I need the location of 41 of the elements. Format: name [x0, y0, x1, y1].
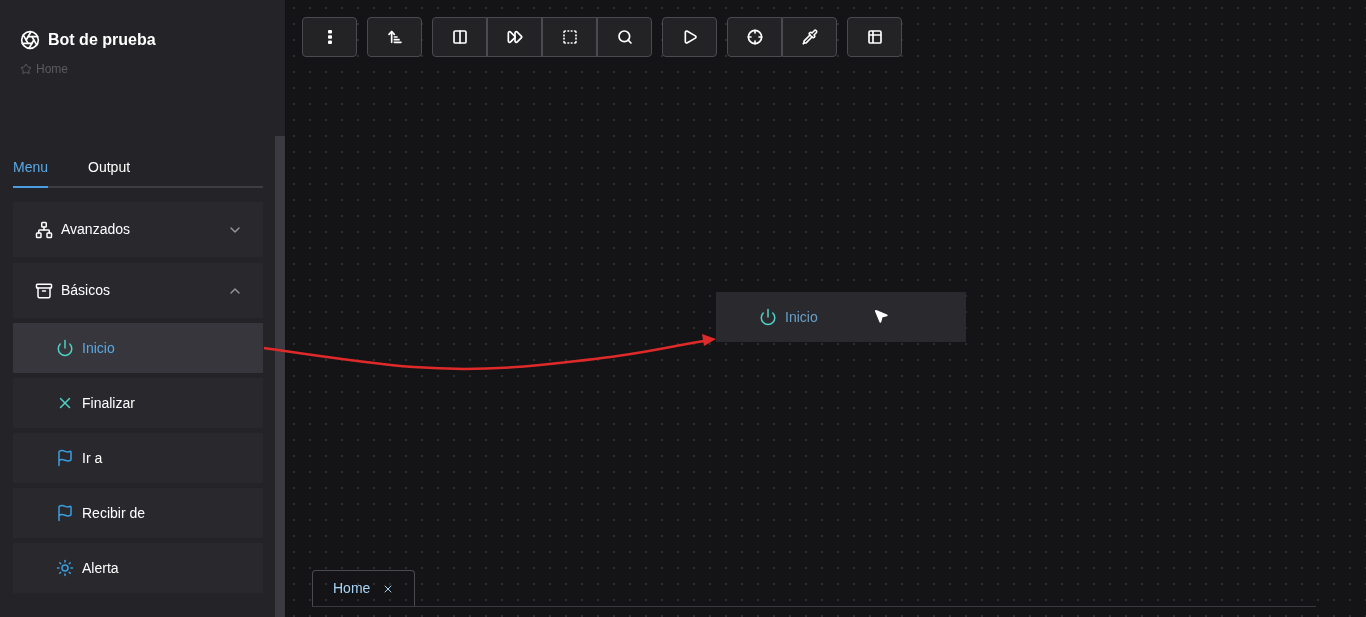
- document-tab[interactable]: Home: [312, 570, 416, 606]
- power-icon: [56, 339, 74, 357]
- fast-forward-button[interactable]: [487, 17, 542, 57]
- columns-button[interactable]: [432, 17, 487, 57]
- eyedropper-button[interactable]: [782, 17, 837, 57]
- sidebar-tab[interactable]: Output: [88, 157, 131, 188]
- app-title: Bot de prueba: [48, 30, 156, 50]
- breadcrumb: Home: [36, 61, 68, 78]
- play-button[interactable]: [662, 17, 717, 57]
- columns-icon: [451, 29, 468, 45]
- menu-item[interactable]: Alerta: [13, 543, 263, 593]
- fast-forward-icon: [506, 29, 523, 45]
- flag-icon: [56, 449, 74, 467]
- table-icon: [866, 29, 883, 45]
- eyedropper-icon: [801, 29, 818, 45]
- more-icon: [327, 30, 332, 44]
- search-icon: [616, 29, 633, 45]
- flag-icon: [56, 504, 74, 522]
- menu-group[interactable]: Básicos: [13, 263, 263, 318]
- star-icon: [20, 63, 32, 75]
- menu-item[interactable]: Finalizar: [13, 378, 263, 428]
- sun-icon: [56, 559, 74, 577]
- power-icon: [759, 308, 777, 326]
- sort-button[interactable]: [367, 17, 422, 57]
- crosshair-button[interactable]: [727, 17, 782, 57]
- flow-node[interactable]: Inicio: [716, 292, 966, 342]
- menu-item[interactable]: Ir a: [13, 433, 263, 483]
- table-button[interactable]: [847, 17, 902, 57]
- menu-item[interactable]: Inicio: [13, 323, 263, 373]
- search-button[interactable]: [597, 17, 652, 57]
- more-button[interactable]: [302, 17, 357, 57]
- cursor-icon: [873, 308, 889, 324]
- crosshair-icon: [746, 29, 763, 45]
- connect-button[interactable]: [542, 17, 597, 57]
- nodes-icon: [35, 220, 53, 239]
- archive-icon: [35, 281, 53, 300]
- menu-group[interactable]: Avanzados: [13, 202, 263, 257]
- sort-icon: [386, 29, 403, 45]
- menu-item[interactable]: Recibir de: [13, 488, 263, 538]
- sidebar-tab[interactable]: Menu: [13, 157, 49, 188]
- scrollbar[interactable]: [275, 136, 285, 617]
